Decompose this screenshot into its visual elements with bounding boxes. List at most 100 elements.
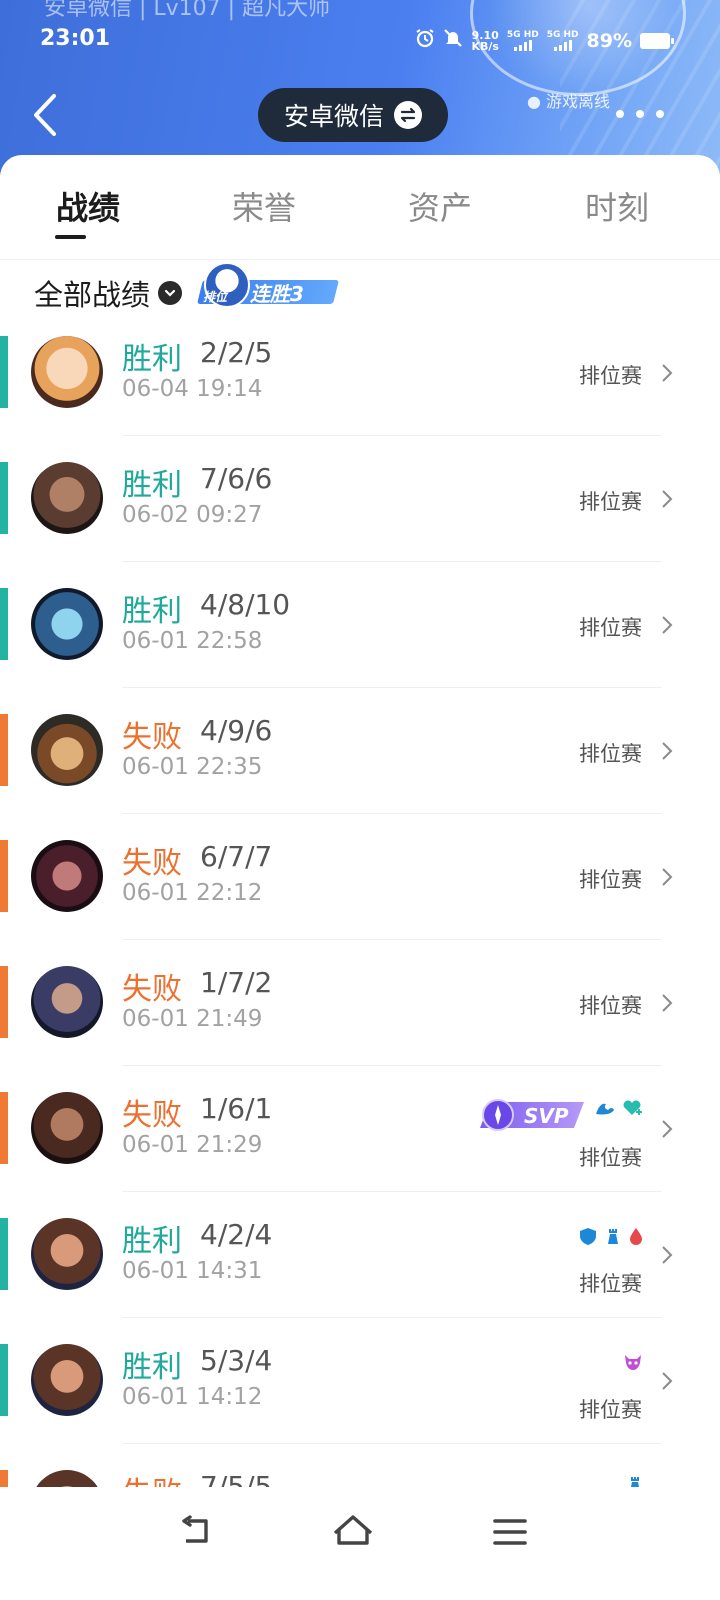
chevron-right-icon [662,742,673,760]
hero-avatar [31,588,103,660]
chevron-right-icon [662,1372,673,1390]
match-date: 06-01 22:12 [122,880,263,906]
hero-avatar [31,840,103,912]
back-arrow-icon [34,94,56,136]
match-mode: 排位赛 [579,1272,642,1296]
match-row[interactable]: 胜利 5/3/4 06-01 14:12 排位赛 [0,1318,720,1444]
system-navigation-bar [0,1487,720,1600]
back-button[interactable] [28,90,68,140]
active-tab-indicator [55,235,86,239]
dragon-icon [596,1103,614,1115]
result-indicator [0,1344,8,1416]
nav-home-button[interactable] [331,1511,375,1555]
match-result: 失败 [122,972,182,1007]
match-mode: 排位赛 [579,1398,642,1422]
hero-avatar [31,1092,103,1164]
result-indicator [0,1470,8,1487]
match-kda: 1/7/2 [200,966,273,999]
match-row[interactable]: 胜利 2/2/5 06-04 19:14 排位赛 [0,310,720,436]
streak-prefix: 排位 [203,290,228,304]
chevron-right-icon [662,1246,673,1264]
nav-menu-button[interactable] [488,1511,532,1555]
header-banner: 安卓微信 | Lv107 | 超凡大师 23:01 9.10 KB/s 5G H… [0,0,720,175]
account-title: 安卓微信 [283,102,384,131]
game-status: ● 游戏离线 [527,92,611,111]
match-row[interactable]: 胜利 4/8/10 06-01 22:58 排位赛 [0,562,720,688]
streak-label: 连胜3 [250,282,304,306]
tab-moments[interactable]: 时刻 [547,183,687,229]
battery-icon [640,32,674,49]
tab-assets[interactable]: 资产 [370,183,510,229]
match-kda: 4/9/6 [200,714,273,747]
shield-icon [580,1228,596,1245]
match-row[interactable]: 失败 7/5/5 [0,1444,720,1487]
record-filter-dropdown[interactable]: 全部战绩 [34,272,183,314]
win-streak-badge: 排位 连胜3 [197,262,339,308]
result-indicator [0,588,8,660]
tab-record[interactable]: 战绩 [18,183,158,229]
match-result: 胜利 [122,342,182,377]
hero-avatar [31,1470,103,1487]
status-icons: 9.10 KB/s 5G HD 5G HD 89% [415,28,674,53]
match-mode: 排位赛 [579,490,642,514]
more-dot [656,110,664,118]
result-indicator [0,1092,8,1164]
match-result: 胜利 [122,1224,182,1259]
match-result: 失败 [122,720,182,755]
more-dot [616,110,624,118]
match-kda: 6/7/7 [200,840,273,873]
match-result: 胜利 [122,468,182,503]
match-row[interactable]: 失败 6/7/7 06-01 22:12 排位赛 [0,814,720,940]
hero-avatar [31,1344,103,1416]
match-mode: 排位赛 [579,616,642,640]
match-kda: 4/2/4 [200,1218,273,1251]
match-date: 06-01 22:35 [122,754,263,780]
achievement-badges [578,1226,644,1246]
match-result: 胜利 [122,1350,182,1385]
network-speed: 9.10 KB/s [471,28,499,53]
player-summary-text: 安卓微信 | Lv107 | 超凡大师 [44,0,331,21]
match-mode: 排位赛 [579,994,642,1018]
result-indicator [0,966,8,1038]
chevron-right-icon [662,364,673,382]
match-kda: 2/2/5 [200,336,273,369]
nav-back-button[interactable] [176,1511,220,1555]
blood-icon [630,1228,642,1245]
match-mode: 排位赛 [579,364,642,388]
heart-plus-icon [623,1100,642,1115]
match-date: 06-01 14:31 [122,1258,263,1284]
more-menu-button[interactable] [616,102,664,126]
mute-icon [443,28,463,53]
match-kda: 7/6/6 [200,462,273,495]
hero-avatar [31,714,103,786]
chevron-right-icon [662,1120,673,1138]
match-row[interactable]: 胜利 7/6/6 06-02 09:27 排位赛 [0,436,720,562]
clock: 23:01 [40,26,111,51]
match-row[interactable]: 失败 1/6/1 06-01 21:29 SVP 排位赛 [0,1066,720,1192]
achievement-badges [626,1474,644,1487]
match-row[interactable]: 胜利 4/2/4 06-01 14:31 排位赛 [0,1192,720,1318]
hero-avatar [31,462,103,534]
tab-honor[interactable]: 荣誉 [194,183,334,229]
match-date: 06-04 19:14 [122,376,263,402]
home-icon [333,1515,373,1545]
match-result: 失败 [122,1468,182,1487]
match-kda: 1/6/1 [200,1092,273,1125]
account-switch-button[interactable]: 安卓微信 [258,88,448,142]
match-row[interactable]: 失败 1/7/2 06-01 21:49 排位赛 [0,940,720,1066]
alarm-icon [415,28,435,53]
swap-icon [394,101,422,129]
match-date: 06-01 14:12 [122,1384,263,1410]
result-indicator [0,462,8,534]
match-date: 06-01 21:29 [122,1132,263,1158]
tower-icon [631,1477,639,1487]
chevron-right-icon [662,994,673,1012]
sim2-signal-icon: 5G HD [547,30,579,51]
match-row[interactable]: 失败 4/9/6 06-01 22:35 排位赛 [0,688,720,814]
result-indicator [0,714,8,786]
result-indicator [0,840,8,912]
result-indicator [0,336,8,408]
match-kda: 5/3/4 [200,1344,273,1377]
sim1-signal-icon: 5G HD [507,30,539,51]
filter-label: 全部战绩 [34,278,151,312]
